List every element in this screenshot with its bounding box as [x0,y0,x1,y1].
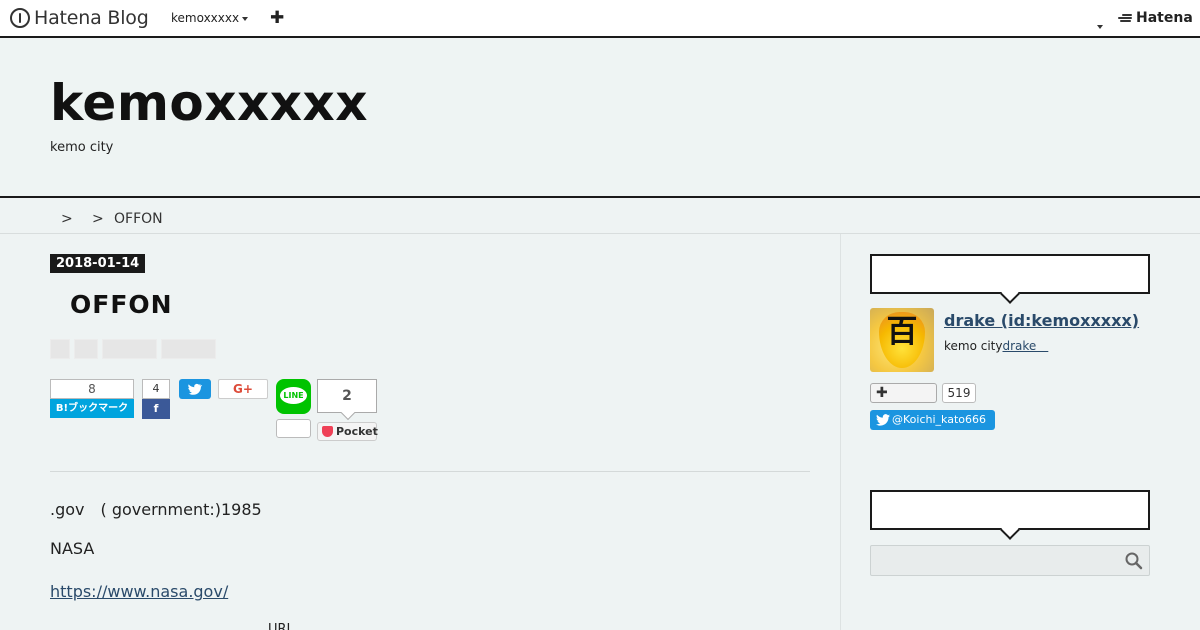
category-chip[interactable] [74,339,98,359]
social-share-buttons: 8 B!ブックマーク 4 f G+ LINE 2 Pocket [50,379,390,449]
profile-name-link[interactable]: drake (id:kemoxxxxx) [944,311,1139,330]
nasa-link[interactable]: https://www.nasa.gov/ [50,582,228,601]
facebook-share-count: 4 [142,379,170,399]
facebook-share-widget: 4 f [142,379,170,419]
site-description: kemo city [50,140,114,155]
search-icon[interactable] [1124,551,1144,571]
hatena-logo-icon [10,8,30,28]
breadcrumb-current: OFFON [114,211,163,227]
entry-divider [50,471,810,472]
hatena-bookmark-widget: 8 B!ブックマーク [50,379,134,419]
breadcrumb: > > OFFON [0,198,1200,234]
entry-title[interactable]: OFFON [70,290,173,319]
new-post-button[interactable]: ✚ [270,8,284,28]
site-title[interactable]: kemoxxxxx [50,78,368,128]
pocket-button[interactable]: Pocket [317,422,378,441]
line-label: LINE [280,387,307,404]
blog-switcher-label: kemoxxxxx [171,11,240,25]
search-input[interactable] [877,550,1117,572]
entry-paragraph-partial: URL [268,622,294,630]
avatar-glyph: 百 [886,314,918,350]
breadcrumb-archive-link[interactable] [81,211,85,227]
follow-button[interactable]: ✚ [870,383,937,403]
facebook-share-button[interactable]: f [142,399,170,419]
line-share-button[interactable]: LINE [276,379,311,414]
twitter-share-button[interactable] [179,379,211,399]
twitter-handle: @Koichi_kato666 [892,413,986,426]
category-list [50,339,216,359]
entry-paragraph: .gov ( government:)1985 [50,500,262,519]
category-chip[interactable] [161,339,216,359]
entry-paragraph: NASA [50,539,95,558]
user-menu-caret[interactable] [1094,16,1103,35]
profile-desc-link[interactable]: drake [1003,339,1049,353]
line-share-count [276,419,311,438]
hatena-bookmark-button[interactable]: B!ブックマーク [50,399,134,418]
category-chip[interactable] [50,339,70,359]
caret-down-icon [242,16,249,21]
twitter-bird-icon [876,414,890,426]
breadcrumb-separator: > [61,211,73,227]
sidebar-divider [840,234,841,630]
profile-avatar[interactable]: 百 [870,308,934,372]
search-module-heading [870,490,1150,530]
category-chip[interactable] [102,339,157,359]
hatena-bookmark-count[interactable]: 8 [50,379,134,399]
twitter-follow-button[interactable]: @Koichi_kato666 [870,410,995,430]
entry-date[interactable]: 2018-01-14 [50,254,146,273]
plus-icon: ✚ [876,385,888,401]
hatena-wing-icon [1118,12,1134,24]
search-form [870,545,1150,576]
hatena-brand-link[interactable]: Hatena [1118,10,1193,26]
profile-module-heading [870,254,1150,294]
breadcrumb-home-link[interactable] [50,211,54,227]
profile-description: kemo citydrake [944,337,1048,354]
hatena-blog-logo[interactable]: Hatena Blog [10,7,149,29]
blog-switcher-dropdown[interactable]: kemoxxxxx [171,11,249,25]
blog-header: kemoxxxxx kemo city [0,40,1200,198]
caret-down-icon [1097,24,1103,29]
logo-text: Hatena Blog [34,7,149,29]
profile-desc-text: kemo city [944,339,1003,353]
follower-count[interactable]: 519 [942,383,976,403]
hatena-brand-text: Hatena [1136,10,1193,26]
pocket-count: 2 [317,379,377,413]
global-header: Hatena Blog kemoxxxxx ✚ Hatena [0,0,1200,38]
google-plus-share-button[interactable]: G+ [218,379,268,399]
twitter-bird-icon [188,383,203,395]
breadcrumb-separator: > [92,211,104,227]
